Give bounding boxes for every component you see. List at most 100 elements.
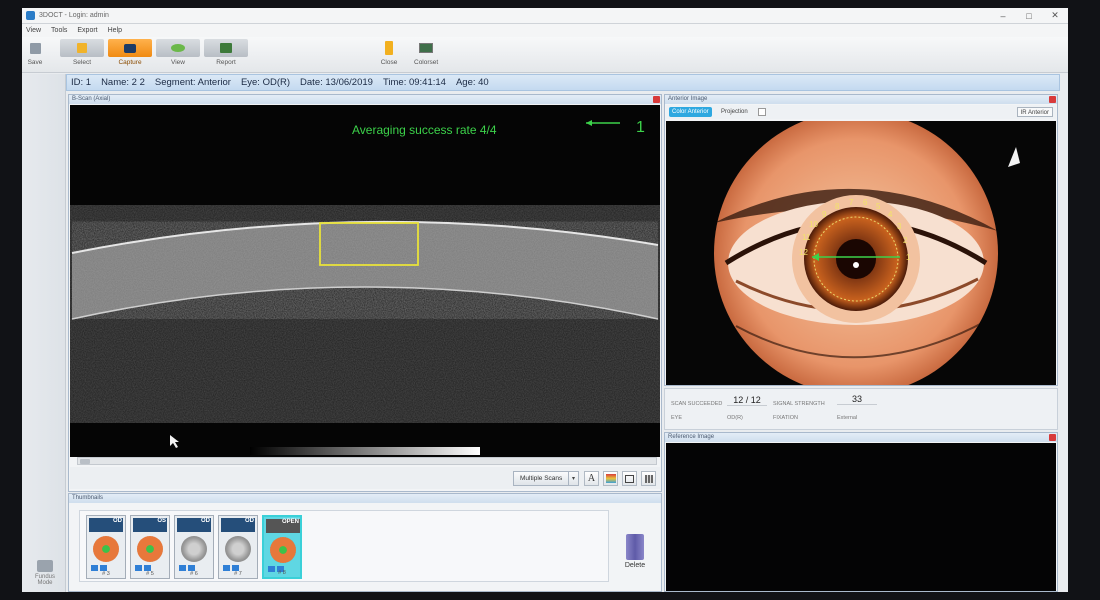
grid-icon xyxy=(77,43,87,53)
averaging-success-text: Averaging success rate 4/4 xyxy=(352,123,497,137)
save-button[interactable]: Save xyxy=(26,39,44,70)
patient-age: Age: 40 xyxy=(455,77,489,88)
thumbnails-panel: Thumbnails OD # 3 OS # 5 OD # 6 OD # 7 O… xyxy=(68,493,662,592)
title-bar: 3DOCT - Login: admin – □ ✕ xyxy=(22,8,1068,24)
reference-panel-header: Reference Image xyxy=(665,433,1057,442)
eye-icon xyxy=(171,44,185,52)
tab-projection[interactable]: Projection xyxy=(718,107,751,117)
fundus-thumbnail-icon xyxy=(225,536,251,562)
eye-thumbnail-icon xyxy=(93,536,119,562)
menu-help[interactable]: Help xyxy=(108,27,122,34)
patient-eye: Eye: OD(R) xyxy=(240,77,291,88)
patient-date: Date: 13/06/2019 xyxy=(300,77,373,88)
bscan-oct-image xyxy=(70,120,660,457)
letter-a-icon: A xyxy=(587,473,596,484)
view-button[interactable]: View xyxy=(156,39,200,70)
bscan-panel: B-Scan (Axial) Averaging success rate 4/… xyxy=(68,94,662,492)
eye-thumbnail-icon xyxy=(270,537,296,563)
projection-checkbox[interactable] xyxy=(758,108,766,116)
scan-info-panel: SCAN SUCCEEDED 12 / 12 SIGNAL STRENGTH 3… xyxy=(664,388,1058,430)
clock-number-7: 7 xyxy=(849,198,854,207)
bscan-close-icon[interactable] xyxy=(653,96,660,103)
close-window-button[interactable]: ✕ xyxy=(1042,8,1068,23)
camera-icon xyxy=(124,43,136,53)
clock-number-1: 1 xyxy=(906,253,911,262)
thumbnail-item-selected[interactable]: OPEN # 8 xyxy=(262,515,302,579)
grid-icon xyxy=(644,474,653,483)
bscan-toolbar: Multiple Scans ▾ A xyxy=(70,467,660,489)
patient-time: Time: 09:41:14 xyxy=(382,77,446,88)
patient-segment: Segment: Anterior xyxy=(154,77,231,88)
tab-ir-anterior[interactable]: IR Anterior xyxy=(1016,107,1053,117)
select-button[interactable]: Select xyxy=(60,39,104,70)
bscan-panel-header: B-Scan (Axial) xyxy=(69,95,661,104)
signal-strength-value: 33 xyxy=(837,394,877,405)
anterior-tabs: Color Anterior Projection IR Anterior xyxy=(666,105,1056,119)
clock-number-6: 6 xyxy=(863,198,868,207)
monitor-frame: 3DOCT - Login: admin – □ ✕ View Tools Ex… xyxy=(0,0,1100,600)
left-side-strip: Fundus Mode xyxy=(22,74,66,592)
clock-number-12: 12 xyxy=(799,248,808,257)
menu-view[interactable]: View xyxy=(26,27,41,34)
anterior-panel-header: Anterior Image xyxy=(665,95,1057,104)
grid-view-button[interactable] xyxy=(641,471,656,486)
scan-marker-number: 1 xyxy=(636,119,645,136)
patient-info-bar: ID: 1 Name: 2 2 Segment: Anterior Eye: O… xyxy=(66,74,1060,91)
clock-number-11: 11 xyxy=(802,233,811,242)
clock-number-2: 2 xyxy=(903,236,908,245)
anterior-close-icon[interactable] xyxy=(1049,96,1056,103)
maximize-button[interactable]: □ xyxy=(1016,8,1042,23)
menu-bar: View Tools Export Help xyxy=(22,24,1068,37)
thumbnail-item[interactable]: OD # 3 xyxy=(86,515,126,579)
delete-button[interactable]: Delete xyxy=(617,534,653,569)
reference-image-panel: Reference Image xyxy=(664,432,1058,592)
window-button[interactable] xyxy=(622,471,637,486)
menu-export[interactable]: Export xyxy=(77,27,97,34)
fundus-mode-button[interactable]: Fundus Mode xyxy=(28,560,62,586)
thumbnail-item[interactable]: OD # 7 xyxy=(218,515,258,579)
scan-succeeded-value: 12 / 12 xyxy=(727,395,767,406)
monitor-icon xyxy=(419,43,434,53)
fixation-value: External xyxy=(837,415,858,421)
eye-value: OD(R) xyxy=(727,415,743,421)
thumbnail-item[interactable]: OD # 6 xyxy=(174,515,214,579)
window-icon xyxy=(625,474,634,483)
tab-color-anterior[interactable]: Color Anterior xyxy=(669,107,712,117)
clock-number-3: 3 xyxy=(897,222,902,231)
window-title: 3DOCT - Login: admin xyxy=(39,12,109,19)
multiple-scans-select[interactable]: Multiple Scans ▾ xyxy=(513,471,579,486)
color-palette-icon xyxy=(605,474,616,483)
floppy-icon xyxy=(29,42,41,54)
thumbnail-item[interactable]: OS # 5 xyxy=(130,515,170,579)
clock-number-4: 4 xyxy=(888,210,893,219)
eye-photo: 1 2 3 4 5 6 7 8 9 10 11 12 xyxy=(714,121,1020,385)
chevron-down-icon[interactable]: ▾ xyxy=(568,472,578,485)
trash-can-icon xyxy=(626,534,644,560)
clock-number-8: 8 xyxy=(835,202,840,211)
thumbnails-list: OD # 3 OS # 5 OD # 6 OD # 7 OPEN # 8 xyxy=(79,510,609,582)
toolbar: Save Select Capture View Report Close Co… xyxy=(22,37,1068,73)
scroll-thumb[interactable] xyxy=(80,459,90,464)
report-icon xyxy=(220,43,232,53)
minimize-button[interactable]: – xyxy=(990,8,1016,23)
color-map-button[interactable] xyxy=(603,471,618,486)
door-exit-icon xyxy=(385,41,393,55)
reference-close-icon[interactable] xyxy=(1049,434,1056,441)
clock-number-5: 5 xyxy=(876,202,881,211)
bscan-horizontal-scrollbar[interactable] xyxy=(77,457,657,465)
patient-id: ID: 1 xyxy=(71,77,92,88)
fundus-thumbnail-icon xyxy=(181,536,207,562)
text-annotation-button[interactable]: A xyxy=(584,471,599,486)
menu-tools[interactable]: Tools xyxy=(51,27,67,34)
close-button[interactable]: Close xyxy=(380,39,398,70)
thumbnails-panel-header: Thumbnails xyxy=(69,494,661,503)
anterior-eye-image[interactable]: 1 2 3 4 5 6 7 8 9 10 11 12 xyxy=(666,121,1056,385)
patient-name: Name: 2 2 xyxy=(101,77,145,88)
report-button[interactable]: Report xyxy=(204,39,248,70)
bscan-image[interactable]: Averaging success rate 4/4 1 xyxy=(70,105,660,457)
clock-number-10: 10 xyxy=(809,220,818,229)
colorset-button[interactable]: Colorset xyxy=(414,39,438,70)
reference-image[interactable] xyxy=(666,443,1056,591)
app-window: 3DOCT - Login: admin – □ ✕ View Tools Ex… xyxy=(22,8,1068,592)
capture-button[interactable]: Capture xyxy=(108,39,152,70)
